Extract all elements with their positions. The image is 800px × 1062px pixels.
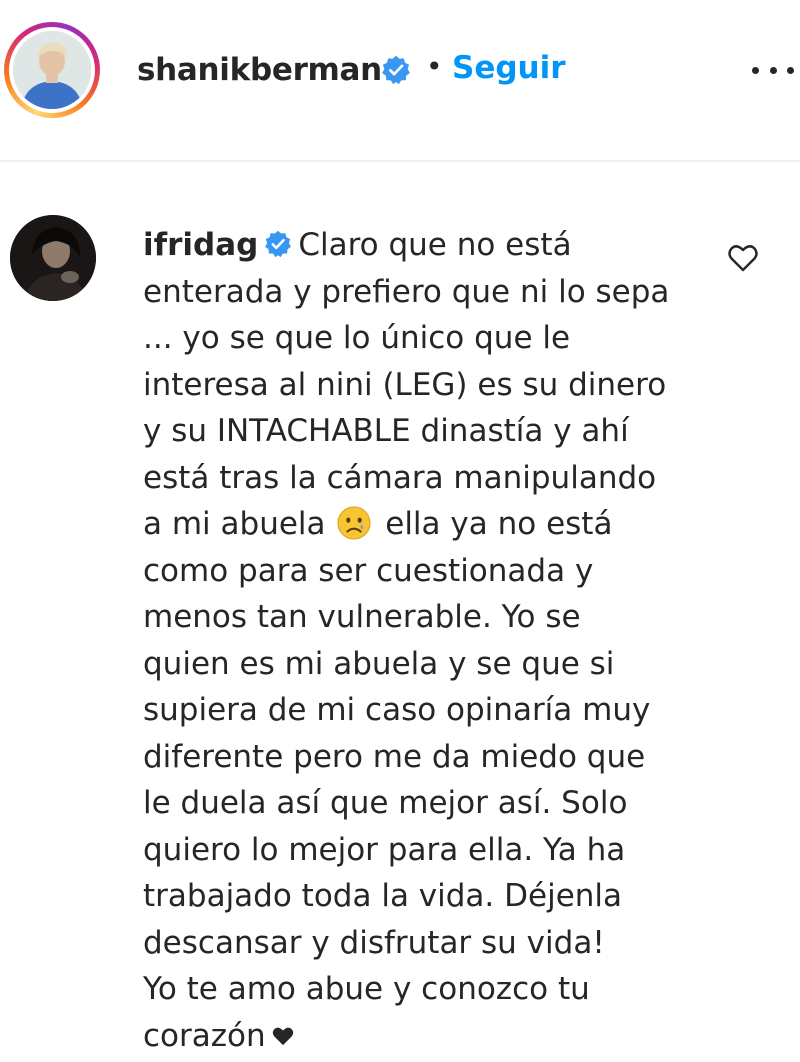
comment-line: y su INTACHABLE dinastía y ahí (143, 413, 629, 449)
heart-outline-icon[interactable] (728, 244, 758, 272)
comment-text: ifridag Claro que no está enterada y pref… (143, 222, 703, 1059)
comment-line: enterada y prefiero que ni lo sepa (143, 273, 670, 310)
comment-line: está tras la cámara manipulando (143, 459, 657, 496)
comment-line: le duela así que mejor así. Solo (143, 785, 628, 821)
verified-badge-icon (382, 55, 410, 85)
comment-line: ifridag Claro que no está (143, 227, 572, 263)
avatar (13, 31, 91, 109)
comment-line: menos tan vulnerable. Yo se (143, 599, 581, 635)
commenter-avatar[interactable] (10, 215, 96, 301)
comment-line: Yo te amo abue y conozco tu (143, 971, 590, 1007)
separator-dot: • (426, 50, 443, 83)
comment-line: corazón (143, 1013, 703, 1060)
crying-face-icon (337, 506, 371, 540)
comment-line: ... yo se que lo único que le (143, 320, 571, 356)
more-options-icon[interactable] (752, 58, 794, 82)
post-author-username[interactable]: shanikberman (137, 52, 382, 88)
verified-badge-icon (265, 230, 292, 258)
comment-line: diferente pero me da miedo que (143, 738, 646, 775)
comment-line: a mi abuela ella ya no está (143, 506, 613, 542)
comment-line: supiera de mi caso opinaría muy (143, 692, 651, 728)
black-heart-icon (272, 1027, 293, 1045)
post-header: shanikberman • Seguir (0, 0, 800, 162)
commenter-username[interactable]: ifridag (143, 227, 258, 263)
comment-line: quien es mi abuela y se que si (143, 645, 615, 682)
comment-line: descansar y disfrutar su vida! (143, 924, 605, 961)
story-ring[interactable] (4, 22, 100, 118)
instagram-post-comments: shanikberman • Seguir ifridag Claro que n… (0, 0, 800, 1062)
comment-line: como para ser cuestionada y (143, 552, 594, 589)
follow-button[interactable]: Seguir (452, 50, 566, 86)
comment-line: trabajado toda la vida. Déjenla (143, 878, 623, 914)
comment-line: quiero lo mejor para ella. Ya ha (143, 831, 626, 868)
comment-line: interesa al nini (LEG) es su dinero (143, 366, 667, 403)
